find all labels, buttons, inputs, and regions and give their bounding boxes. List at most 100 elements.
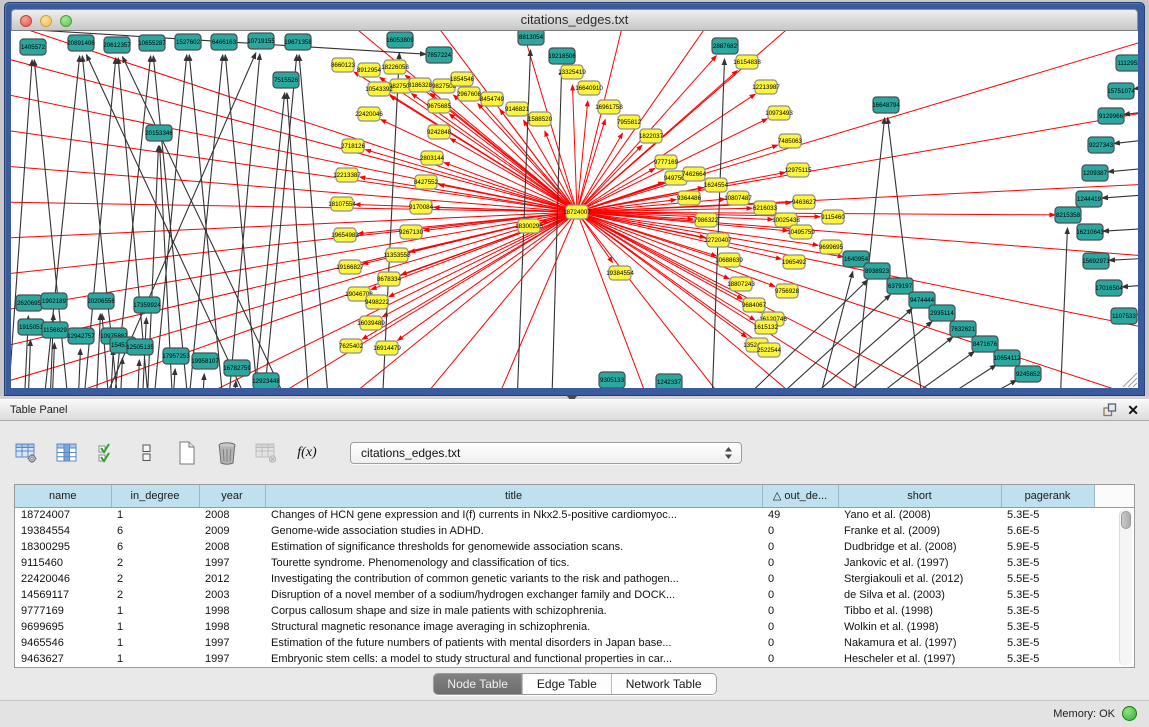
network-edge[interactable]: [1059, 228, 1067, 388]
table-cell[interactable]: Yano et al. (2008): [838, 507, 1001, 523]
table-row[interactable]: 911546021997Tourette syndrome. Phenomeno…: [15, 555, 1135, 571]
network-node[interactable]: 7857224: [426, 47, 452, 63]
table-cell[interactable]: 2: [111, 587, 199, 603]
network-node[interactable]: 1854546: [450, 72, 475, 86]
network-node[interactable]: 9115460: [821, 210, 845, 224]
network-view-window[interactable]: citations_edges.txt 14055722089140620612…: [4, 2, 1145, 396]
network-node[interactable]: 12505135: [126, 339, 154, 355]
minimize-window-icon[interactable]: [40, 15, 52, 27]
table-cell[interactable]: 9115460: [15, 555, 111, 571]
network-node[interactable]: 18807243: [727, 277, 755, 291]
network-node[interactable]: 7625402: [339, 339, 364, 353]
table-cell[interactable]: 1998: [199, 603, 265, 619]
network-node[interactable]: 10807487: [724, 191, 752, 205]
memory-ok-indicator[interactable]: [1122, 706, 1137, 721]
table-cell[interactable]: Nakamura et al. (1997): [838, 635, 1001, 651]
network-node[interactable]: 8938923: [864, 263, 890, 279]
network-node[interactable]: 19166827: [336, 260, 364, 274]
network-node[interactable]: 20206556: [87, 293, 115, 309]
network-node[interactable]: 9675685: [427, 99, 452, 113]
select-columns-icon[interactable]: [94, 440, 120, 466]
network-node[interactable]: 1915051: [18, 319, 44, 335]
table-cell[interactable]: Disruption of a novel member of a sodium…: [265, 587, 762, 603]
network-node[interactable]: 10655287: [138, 35, 166, 51]
network-edge[interactable]: [1114, 137, 1138, 144]
table-cell[interactable]: 1: [111, 651, 199, 667]
network-edge[interactable]: [77, 349, 80, 388]
delete-icon[interactable]: [214, 440, 240, 466]
table-cell[interactable]: Franke et al. (2009): [838, 523, 1001, 539]
network-node[interactable]: 6379197: [887, 278, 913, 294]
table-cell[interactable]: 6: [111, 539, 199, 555]
network-window-titlebar[interactable]: citations_edges.txt: [11, 9, 1138, 31]
table-cell[interactable]: 1: [111, 619, 199, 635]
network-node[interactable]: 20891406: [67, 35, 95, 51]
table-row[interactable]: 1830029562008Estimation of significance …: [15, 539, 1135, 555]
table-cell[interactable]: 2008: [199, 539, 265, 555]
table-cell[interactable]: 5.9E-5: [1001, 539, 1094, 555]
network-node[interactable]: 12923448: [252, 373, 280, 388]
table-cell[interactable]: 2: [111, 555, 199, 571]
network-edge[interactable]: [577, 212, 666, 388]
network-edge[interactable]: [572, 85, 577, 212]
network-node[interactable]: 16914479: [373, 341, 401, 355]
table-row[interactable]: 977716911998Corpus callosum shape and si…: [15, 603, 1135, 619]
network-node[interactable]: 8215358: [1055, 207, 1081, 223]
table-cell[interactable]: 9465546: [15, 635, 111, 651]
network-node[interactable]: 8427552: [414, 175, 439, 189]
close-window-icon[interactable]: [20, 15, 32, 27]
table-row[interactable]: 1456911722003Disruption of a novel membe…: [15, 587, 1135, 603]
network-edge[interactable]: [201, 374, 204, 388]
network-node[interactable]: 13325419: [558, 65, 586, 79]
table-cell[interactable]: 0: [762, 523, 838, 539]
table-settings-icon[interactable]: [14, 440, 40, 466]
table-cell[interactable]: 0: [762, 555, 838, 571]
network-node[interactable]: 1242337: [656, 374, 682, 388]
network-edge[interactable]: [476, 212, 577, 388]
network-edge[interactable]: [888, 118, 926, 388]
table-row[interactable]: 1938455462009Genome-wide association stu…: [15, 523, 1135, 539]
network-edge[interactable]: [577, 31, 821, 212]
network-edge[interactable]: [1103, 227, 1138, 231]
column-header-short[interactable]: short: [838, 485, 1001, 507]
network-node[interactable]: 8471676: [972, 336, 998, 352]
network-edge[interactable]: [893, 365, 996, 388]
network-edge[interactable]: [773, 309, 912, 388]
table-cell[interactable]: 1997: [199, 555, 265, 571]
table-cell[interactable]: 1: [111, 635, 199, 651]
network-node[interactable]: 7485063: [778, 134, 803, 148]
network-edge[interactable]: [1102, 193, 1138, 198]
network-node[interactable]: 1156829: [42, 322, 68, 338]
table-cell[interactable]: 2012: [199, 571, 265, 587]
network-edge[interactable]: [123, 57, 301, 388]
table-cell[interactable]: 5.3E-5: [1001, 555, 1094, 571]
network-node[interactable]: 10719155: [247, 33, 275, 49]
network-edge[interactable]: [27, 340, 31, 388]
network-node[interactable]: 9463627: [792, 195, 817, 209]
network-node[interactable]: 9242848: [427, 125, 452, 139]
column-header-title[interactable]: title: [265, 485, 762, 507]
column-header-out_de[interactable]: △ out_de...: [762, 485, 838, 507]
table-cell[interactable]: 14569117: [15, 587, 111, 603]
network-node[interactable]: 16961758: [595, 100, 623, 114]
network-edge[interactable]: [1109, 257, 1138, 260]
network-node[interactable]: 17957253: [162, 348, 190, 364]
table-cell[interactable]: 0: [762, 635, 838, 651]
network-node[interactable]: 9305133: [599, 372, 625, 388]
network-node[interactable]: 9684067: [742, 298, 767, 312]
network-node[interactable]: 12975115: [784, 163, 812, 177]
zoom-window-icon[interactable]: [60, 15, 72, 27]
table-row[interactable]: 946554611997Estimation of the future num…: [15, 635, 1135, 651]
network-edge[interactable]: [365, 150, 577, 212]
network-node[interactable]: 16648794: [872, 97, 900, 113]
table-scrollbar-thumb[interactable]: [1121, 511, 1131, 529]
table-cell[interactable]: 9463627: [15, 651, 111, 667]
table-cell[interactable]: Changes of HCN gene expression and I(f) …: [265, 507, 762, 523]
table-row[interactable]: 946362711997Embryonic stem cells: a mode…: [15, 651, 1135, 667]
network-node[interactable]: 1615132: [754, 320, 779, 334]
network-node[interactable]: 2718126: [341, 139, 366, 153]
network-node[interactable]: 19671358: [284, 34, 312, 50]
tab-edge-table[interactable]: Edge Table: [522, 674, 611, 694]
network-node[interactable]: 6216033: [753, 201, 778, 215]
table-cell[interactable]: 0: [762, 619, 838, 635]
